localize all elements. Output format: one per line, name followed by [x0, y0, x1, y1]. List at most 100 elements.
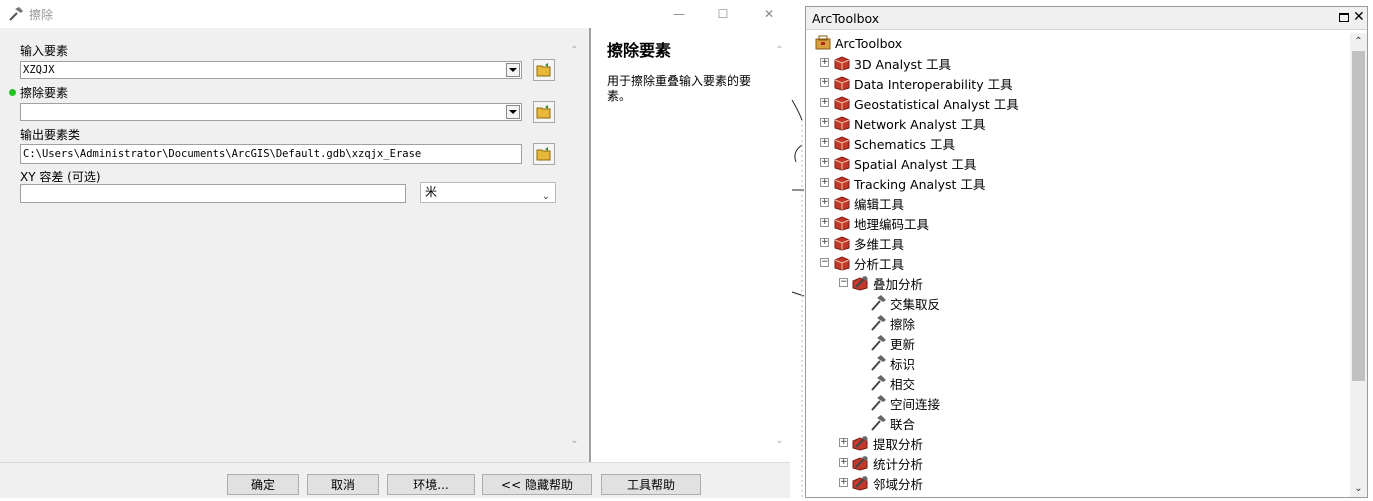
output-feature-class-input[interactable]: C:\Users\Administrator\Documents\ArcGIS\…: [20, 144, 522, 164]
xy-unit-select[interactable]: 米 ⌄: [420, 182, 556, 203]
close-button[interactable]: ✕: [746, 0, 792, 28]
tree-item-label: 分析工具: [854, 256, 905, 272]
toolbox-icon: [852, 435, 873, 451]
help-text: 用于擦除重叠输入要素的要素。: [607, 74, 752, 103]
button-bar: 确定 取消 环境... << 隐藏帮助 工具帮助: [0, 462, 790, 498]
expand-icon[interactable]: +: [820, 158, 829, 167]
input-browse-button[interactable]: [533, 59, 555, 81]
toolbox-icon: [833, 235, 854, 251]
toolbox-item[interactable]: + Tracking Analyst 工具: [820, 173, 985, 193]
params-scrollbar[interactable]: ⌃ ⌄: [566, 42, 583, 452]
toolbox-item[interactable]: +3D Analyst 工具: [820, 53, 951, 73]
tree-item-label: 提取分析: [873, 436, 924, 452]
toolbox-item[interactable]: + 地理编码工具: [820, 213, 929, 233]
output-browse-button[interactable]: [533, 143, 555, 165]
toolbox-item[interactable]: + Schematics 工具: [820, 133, 955, 153]
toolbox-item[interactable]: + Geostatistical Analyst 工具: [820, 93, 1019, 113]
collapse-icon[interactable]: −: [820, 258, 829, 267]
scroll-down-icon[interactable]: ⌄: [771, 432, 788, 449]
collapse-icon[interactable]: −: [839, 278, 848, 287]
environments-button[interactable]: 环境...: [387, 474, 475, 495]
toolbox-item[interactable]: + Spatial Analyst 工具: [820, 153, 976, 173]
scroll-up-icon[interactable]: ⌃: [771, 42, 788, 59]
toolset-item[interactable]: + 提取分析: [839, 433, 924, 453]
help-title: 擦除要素: [607, 41, 672, 60]
hammer-icon: [869, 335, 890, 351]
scroll-down-icon[interactable]: ⌄: [566, 432, 583, 449]
expand-icon[interactable]: +: [820, 58, 829, 67]
tool-item[interactable]: 更新: [869, 333, 915, 353]
close-toolbox-icon[interactable]: ✕: [1353, 9, 1365, 25]
expand-icon[interactable]: +: [820, 178, 829, 187]
tree-item-label: 3D Analyst 工具: [854, 56, 951, 72]
expand-icon[interactable]: +: [820, 78, 829, 87]
maximize-button[interactable]: ☐: [700, 0, 746, 28]
erase-browse-button[interactable]: [533, 101, 555, 123]
scroll-up-icon[interactable]: ⌃: [566, 42, 583, 59]
scroll-thumb[interactable]: [1352, 51, 1365, 381]
folder-icon: [536, 105, 551, 119]
erase-dialog: 擦除 — ☐ ✕ 输入要素 XZQJX 擦除要素 输出要素类 C:\Users\…: [0, 0, 790, 498]
tool-item[interactable]: 联合: [869, 413, 915, 433]
tree-item-label: 空间连接: [890, 396, 941, 412]
tree-item-label: 邻域分析: [873, 476, 924, 492]
toolbox-icon: [833, 195, 854, 211]
toolbox-item[interactable]: + Network Analyst 工具: [820, 113, 986, 133]
expand-icon[interactable]: +: [839, 438, 848, 447]
toolset-item[interactable]: + 统计分析: [839, 453, 924, 473]
expand-icon[interactable]: +: [820, 218, 829, 227]
toolbox-item[interactable]: + 编辑工具: [820, 193, 904, 213]
input-features-value: XZQJX: [23, 64, 55, 76]
ok-button[interactable]: 确定: [227, 474, 299, 495]
toolbox-item[interactable]: + 多维工具: [820, 233, 905, 253]
toolbox-item[interactable]: − 分析工具: [820, 253, 905, 273]
tree-item-label: 标识: [890, 356, 916, 372]
cancel-button[interactable]: 取消: [307, 474, 379, 495]
expand-icon[interactable]: +: [820, 118, 829, 127]
tree-item-label: 联合: [890, 416, 916, 432]
toolbox-icon: [833, 75, 854, 91]
tool-help-button[interactable]: 工具帮助: [601, 474, 701, 495]
toolbox-scrollbar[interactable]: ⌃ ⌄: [1350, 33, 1367, 497]
chevron-down-icon[interactable]: [506, 63, 520, 77]
tool-item[interactable]: 擦除: [869, 313, 915, 333]
expand-icon[interactable]: +: [820, 98, 829, 107]
chevron-down-icon[interactable]: [506, 105, 520, 119]
tool-item[interactable]: 空间连接: [869, 393, 940, 413]
float-window-icon[interactable]: [1339, 13, 1349, 22]
minimize-button[interactable]: —: [656, 0, 702, 28]
tree-item-label: 多维工具: [854, 236, 905, 252]
expand-icon[interactable]: +: [839, 478, 848, 487]
toolbox-root-item[interactable]: ArcToolbox: [814, 33, 902, 53]
hide-help-button[interactable]: << 隐藏帮助: [482, 474, 592, 495]
expand-icon[interactable]: +: [839, 458, 848, 467]
toolset-item[interactable]: − 叠加分析: [839, 273, 923, 293]
expand-icon[interactable]: +: [820, 138, 829, 147]
hammer-icon: [869, 415, 890, 431]
toolbox-tree: ArcToolbox +3D Analyst 工具 + Data Interopera…: [806, 33, 1351, 497]
expand-icon[interactable]: +: [820, 238, 829, 247]
tool-item[interactable]: 相交: [869, 373, 915, 393]
input-features-combo[interactable]: XZQJX: [20, 61, 522, 79]
tool-item[interactable]: 标识: [869, 353, 915, 373]
toolset-item[interactable]: + 邻域分析: [839, 473, 924, 493]
scroll-down-icon[interactable]: ⌄: [1350, 480, 1367, 497]
toolbox-item[interactable]: + Data Interoperability 工具: [820, 73, 1013, 93]
xy-tolerance-input[interactable]: [20, 184, 406, 203]
toolbox-icon: [852, 475, 873, 491]
tree-item-label: Data Interoperability 工具: [854, 76, 1013, 92]
scroll-up-icon[interactable]: ⌃: [1350, 33, 1367, 50]
tree-item-label: 擦除: [890, 316, 916, 332]
hammer-icon: [9, 7, 23, 21]
tool-item[interactable]: 交集取反: [869, 293, 940, 313]
chevron-down-icon: ⌄: [541, 191, 550, 202]
toolbox-icon: [833, 255, 854, 271]
folder-icon: [536, 63, 551, 77]
help-scrollbar[interactable]: ⌃ ⌄: [771, 42, 788, 452]
arctoolbox-window: ArcToolbox ✕ ArcToolbox +3D Analyst 工具 + Da…: [805, 6, 1368, 498]
erase-features-combo[interactable]: [20, 103, 522, 121]
parameters-panel: 输入要素 XZQJX 擦除要素 输出要素类 C:\Users\Administr…: [0, 28, 585, 462]
toolbox-icon: [833, 95, 854, 111]
expand-icon[interactable]: +: [820, 198, 829, 207]
tree-item-label: 统计分析: [873, 456, 924, 472]
